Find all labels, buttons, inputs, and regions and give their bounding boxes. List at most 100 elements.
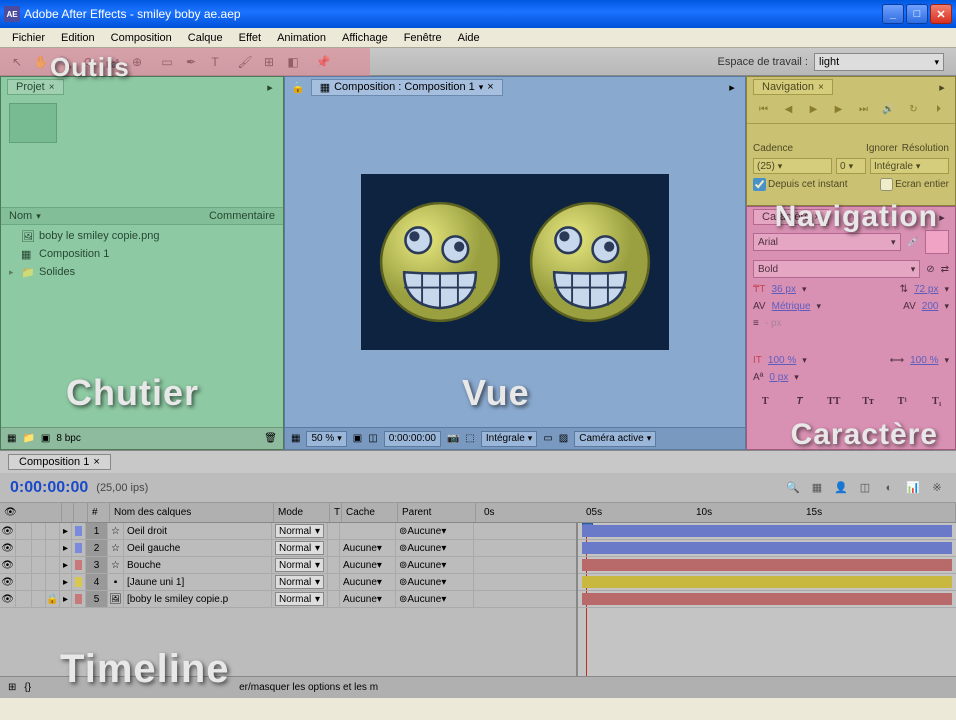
panel-menu-icon[interactable]: ▸ [935, 210, 949, 224]
kerning-field[interactable]: Métrique [772, 301, 811, 312]
layer-track[interactable] [578, 523, 956, 540]
menu-effet[interactable]: Effet [231, 30, 269, 46]
close-icon[interactable]: × [818, 82, 824, 93]
audio-icon[interactable] [16, 557, 32, 573]
rotate-tool-icon[interactable]: ⟳ [78, 51, 100, 73]
camera-tool-icon[interactable]: 📷 [102, 51, 124, 73]
parent-select[interactable]: ⊚ Aucune▾ [396, 523, 474, 539]
close-icon[interactable]: × [93, 456, 99, 468]
graph-icon[interactable]: 📊 [904, 479, 922, 497]
solo-icon[interactable] [32, 574, 46, 590]
toggle-modes-icon[interactable]: {} [24, 682, 31, 693]
expand-icon[interactable]: ▸ [60, 574, 72, 590]
swap-icon[interactable]: ⇄ [941, 264, 949, 275]
col-parent[interactable]: Parent [398, 503, 476, 522]
eyedropper-icon[interactable]: 💉 [907, 237, 919, 248]
resolution-nav-select[interactable]: Intégrale [870, 158, 949, 174]
lock-icon[interactable] [46, 540, 60, 556]
hand-tool-icon[interactable]: ✋ [30, 51, 52, 73]
allcaps-button[interactable]: TT [825, 392, 843, 410]
minimize-button[interactable]: _ [882, 4, 904, 24]
t-toggle[interactable] [328, 557, 340, 573]
folder-new-icon[interactable]: 📁 [22, 433, 34, 444]
layer-row[interactable]: 👁▸1☆Oeil droitNormal▾⊚ Aucune▾ [0, 523, 576, 540]
parent-select[interactable]: ⊚ Aucune▾ [396, 557, 474, 573]
label-color[interactable] [72, 591, 86, 607]
pen-tool-icon[interactable]: ✒ [180, 51, 202, 73]
snapshot-icon[interactable]: 📷 [447, 433, 459, 444]
audio-icon[interactable] [16, 523, 32, 539]
superscript-button[interactable]: T¹ [893, 392, 911, 410]
eraser-tool-icon[interactable]: ◧ [282, 51, 304, 73]
panel-menu-icon[interactable]: ▸ [725, 80, 739, 94]
menu-edition[interactable]: Edition [53, 30, 103, 46]
navigation-tab[interactable]: Navigation× [753, 79, 833, 95]
depuis-checkbox[interactable]: Depuis cet instant [753, 178, 848, 191]
italic-button[interactable]: T [790, 392, 808, 410]
expand-icon[interactable]: ▸ [60, 591, 72, 607]
layer-track[interactable] [578, 591, 956, 608]
layer-track[interactable] [578, 574, 956, 591]
font-size-field[interactable]: 36 px [771, 284, 795, 295]
menu-fenetre[interactable]: Fenêtre [396, 30, 450, 46]
visibility-icon[interactable]: 👁 [0, 540, 16, 556]
layer-name[interactable]: [boby le smiley copie.p [124, 591, 272, 607]
project-item[interactable]: 🖼 boby le smiley copie.png [1, 227, 283, 245]
visibility-icon[interactable]: 👁 [0, 557, 16, 573]
timeline-tab[interactable]: Composition 1× [8, 454, 111, 470]
stamp-tool-icon[interactable]: ⊞ [258, 51, 280, 73]
ignorer-select[interactable]: 0 [836, 158, 866, 174]
menu-animation[interactable]: Animation [269, 30, 334, 46]
label-color[interactable] [72, 574, 86, 590]
track-matte-select[interactable]: Aucune▾ [340, 557, 396, 573]
fill-swatch[interactable] [925, 230, 949, 254]
mask-icon[interactable]: ◫ [368, 433, 377, 444]
lock-icon[interactable] [46, 523, 60, 539]
vscale-field[interactable]: 100 % [768, 355, 796, 366]
layer-row[interactable]: 👁🔒▸5🖼[boby le smiley copie.pNormal▾Aucun… [0, 591, 576, 608]
text-tool-icon[interactable]: T [204, 51, 226, 73]
parent-select[interactable]: ⊚ Aucune▾ [396, 574, 474, 590]
col-mode[interactable]: Mode [274, 503, 330, 522]
parent-select[interactable]: ⊚ Aucune▾ [396, 540, 474, 556]
track-matte-select[interactable] [340, 523, 396, 539]
brush-tool-icon[interactable]: 🖌 [234, 51, 256, 73]
tracking-field[interactable]: 200 [922, 301, 939, 312]
col-nom[interactable]: Nom [9, 210, 209, 222]
track-matte-select[interactable]: Aucune▾ [340, 574, 396, 590]
shy-icon[interactable]: 👤 [832, 479, 850, 497]
blend-mode-select[interactable]: Normal▾ [272, 540, 328, 556]
current-time[interactable]: 0:00:00:00 [10, 479, 88, 497]
visibility-icon[interactable]: 👁 [0, 523, 16, 539]
rect-tool-icon[interactable]: ▭ [156, 51, 178, 73]
bold-button[interactable]: T [756, 392, 774, 410]
col-cache[interactable]: Cache [342, 503, 398, 522]
play-icon[interactable]: ▶ [805, 101, 823, 117]
comp-new-icon[interactable]: ▣ [41, 433, 50, 444]
layer-track[interactable] [578, 540, 956, 557]
no-fill-icon[interactable]: ⊘ [926, 264, 934, 275]
anchor-tool-icon[interactable]: ⊕ [126, 51, 148, 73]
lock-icon[interactable] [46, 574, 60, 590]
expand-icon[interactable] [9, 266, 17, 278]
solo-icon[interactable] [32, 540, 46, 556]
panel-menu-icon[interactable]: ▸ [263, 80, 277, 94]
timeline-tracks[interactable] [576, 523, 956, 676]
menu-calque[interactable]: Calque [180, 30, 231, 46]
blend-mode-select[interactable]: Normal▾ [272, 591, 328, 607]
label-color[interactable] [72, 540, 86, 556]
hscale-field[interactable]: 100 % [910, 355, 938, 366]
zoom-tool-icon[interactable]: 🔍 [54, 51, 76, 73]
t-toggle[interactable] [328, 523, 340, 539]
cadence-select[interactable]: (25) [753, 158, 832, 174]
close-icon[interactable]: × [49, 82, 55, 93]
motion-blur-icon[interactable]: ◐ [880, 479, 898, 497]
visibility-icon[interactable]: 👁 [0, 591, 16, 607]
visibility-icon[interactable]: 👁 [0, 574, 16, 590]
expand-icon[interactable]: ▸ [60, 557, 72, 573]
solo-icon[interactable] [32, 557, 46, 573]
loop-icon[interactable]: ↻ [905, 101, 923, 117]
expand-icon[interactable]: ▸ [60, 523, 72, 539]
expand-icon[interactable]: ▸ [60, 540, 72, 556]
parent-select[interactable]: ⊚ Aucune▾ [396, 591, 474, 607]
